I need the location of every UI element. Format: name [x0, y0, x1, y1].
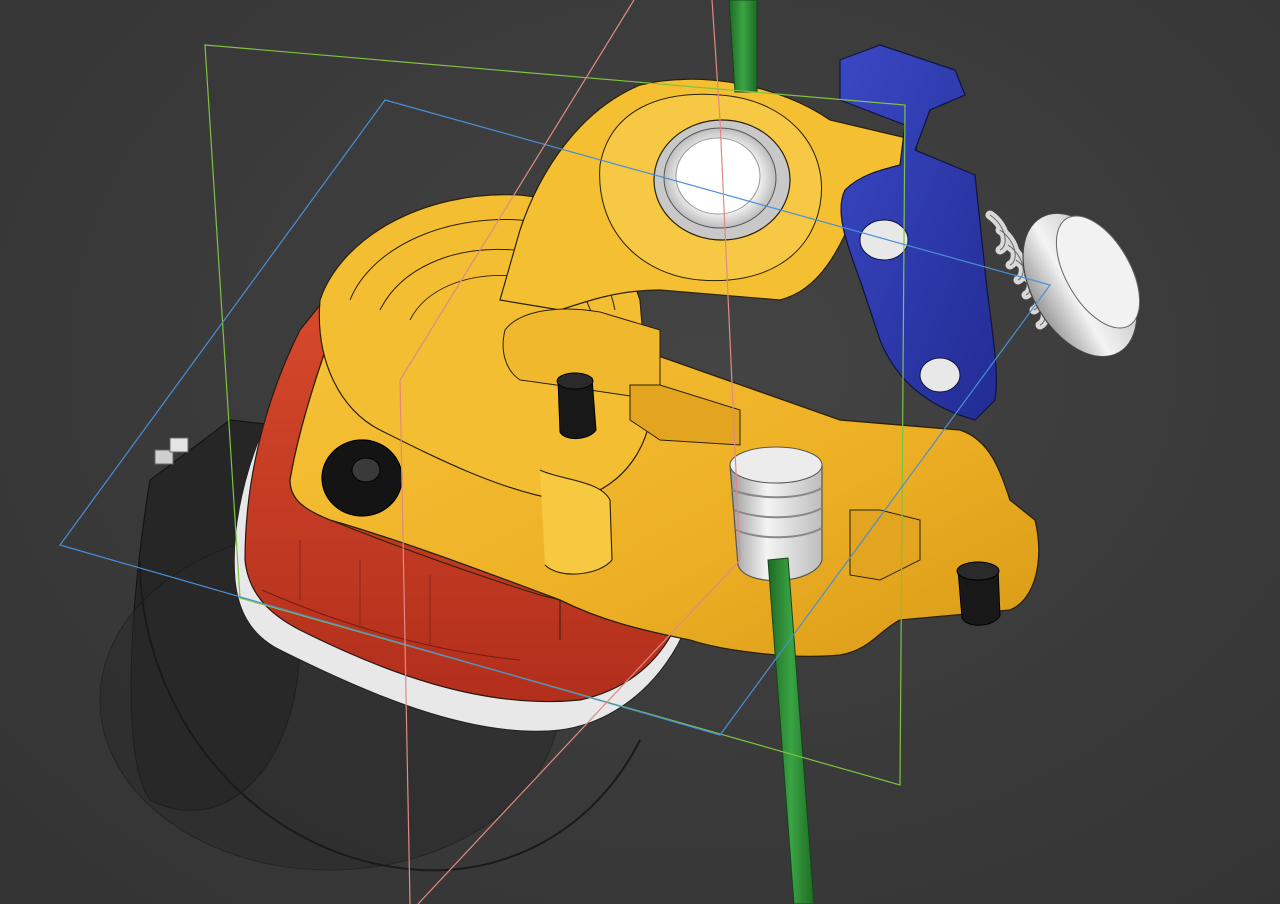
cad-viewport[interactable]: [0, 0, 1280, 904]
tension-spring[interactable]: [985, 193, 1161, 376]
lever-screw-hole: [919, 357, 961, 393]
model-scene[interactable]: [0, 0, 1280, 904]
set-screw[interactable]: [556, 372, 597, 439]
thumb-nut[interactable]: [999, 193, 1160, 376]
lever-pivot-hole: [859, 219, 909, 261]
cap-screw[interactable]: [321, 439, 403, 517]
set-screw[interactable]: [956, 561, 1001, 626]
motor-connector-pin: [169, 437, 189, 453]
